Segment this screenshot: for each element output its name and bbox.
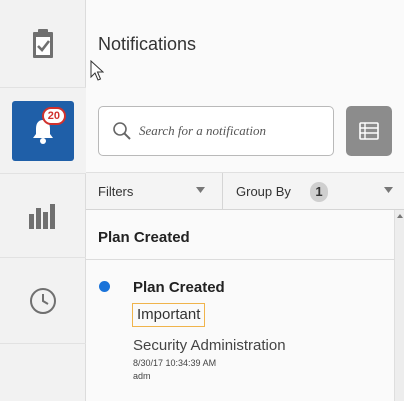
nav-item-history[interactable] xyxy=(0,258,86,344)
notification-timestamp: 8/30/17 10:34:39 AM xyxy=(133,358,217,368)
bar-chart-icon xyxy=(29,203,55,229)
search-icon xyxy=(113,122,131,140)
clock-icon xyxy=(30,287,56,314)
unread-indicator xyxy=(99,281,110,292)
nav-rail-empty xyxy=(0,344,86,401)
group-by-count-badge: 1 xyxy=(310,182,328,202)
nav-item-notifications[interactable]: 20 xyxy=(0,88,86,174)
chevron-down-icon[interactable] xyxy=(196,187,205,193)
notification-source: Security Administration xyxy=(133,337,286,354)
search-input[interactable] xyxy=(139,123,309,139)
panel-title: Notifications xyxy=(98,34,197,54)
filters-dropdown[interactable]: Filters xyxy=(98,184,133,199)
mouse-cursor-icon xyxy=(90,60,104,81)
notifications-panel: Notifications Filters Group By 1 Plan Cr… xyxy=(86,0,404,401)
group-header[interactable]: Plan Created xyxy=(86,210,394,260)
list-view-icon xyxy=(359,122,379,140)
notification-user: adm xyxy=(133,371,151,381)
notifications-button[interactable]: 20 xyxy=(12,100,74,161)
filter-bar: Filters Group By 1 xyxy=(86,172,404,211)
scroll-up-arrow-icon[interactable] xyxy=(397,214,403,218)
clipboard-check-icon xyxy=(33,28,53,58)
nav-item-tasks[interactable] xyxy=(0,0,86,88)
group-by-dropdown[interactable]: Group By xyxy=(236,184,291,199)
filter-divider xyxy=(222,173,223,211)
scrollbar[interactable] xyxy=(394,210,404,401)
importance-tag: Important xyxy=(132,303,206,327)
list-view-button[interactable] xyxy=(346,106,392,156)
nav-item-reports[interactable] xyxy=(0,174,86,258)
nav-rail: 20 xyxy=(0,0,86,401)
chevron-down-icon[interactable] xyxy=(384,187,393,193)
notification-item[interactable]: Plan Created Important Security Administ… xyxy=(86,261,394,401)
group-header-label: Plan Created xyxy=(98,229,190,246)
search-box[interactable] xyxy=(98,106,334,156)
notification-count-badge: 20 xyxy=(41,106,66,125)
notification-title: Plan Created xyxy=(133,279,225,296)
